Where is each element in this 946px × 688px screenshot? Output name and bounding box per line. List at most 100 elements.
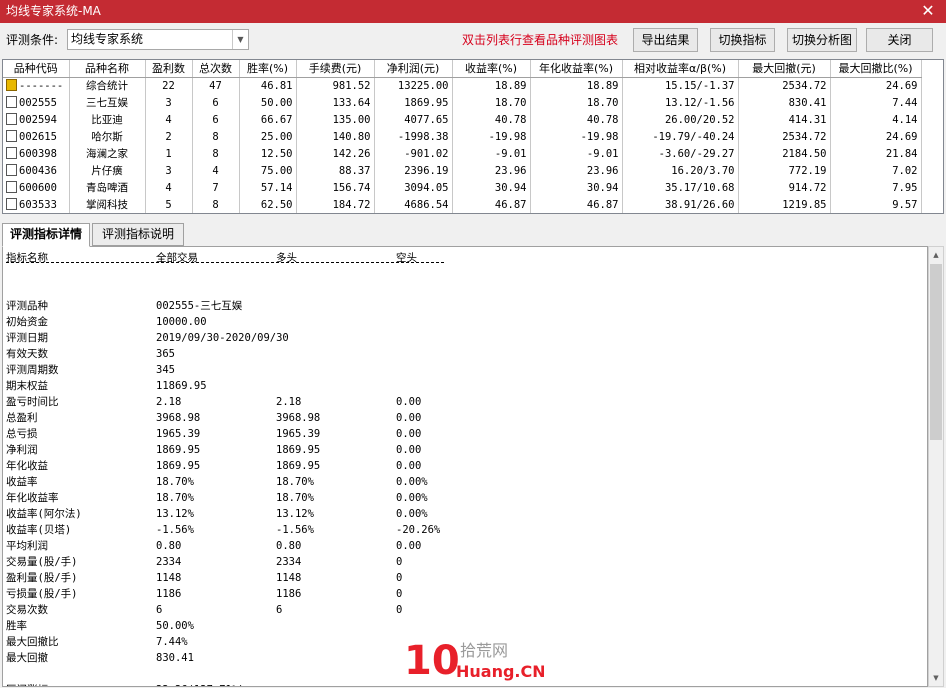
switch-indicator-button[interactable]: 切换指标 xyxy=(710,28,775,52)
cell-text: 600398 xyxy=(19,148,57,160)
title-bar: 均线专家系统-MA ✕ xyxy=(0,0,946,23)
detail-cell: 初始资金 xyxy=(6,316,48,328)
table-cell: 7 xyxy=(192,179,240,196)
close-button[interactable]: 关闭 xyxy=(866,28,933,52)
table-cell: 7.44 xyxy=(830,94,922,111)
table-cell: 1 xyxy=(145,145,193,162)
detail-header-name: 指标名称 xyxy=(6,252,48,264)
table-cell: 156.74 xyxy=(296,179,375,196)
table-cell: 26.00/20.52 xyxy=(622,111,739,128)
watermark-logo: 10 拾荒网 Huang.CN xyxy=(404,636,546,684)
table-cell: 002594 xyxy=(3,111,70,128)
switch-chart-button[interactable]: 切换分析图 xyxy=(787,28,857,52)
grid-header-cell[interactable]: 品种代码 xyxy=(3,60,70,78)
detail-cell: 10000.00 xyxy=(156,316,207,328)
export-button[interactable]: 导出结果 xyxy=(633,28,698,52)
document-icon xyxy=(6,164,17,176)
table-cell: 哈尔斯 xyxy=(69,128,146,145)
detail-cell: 345 xyxy=(156,364,175,376)
grid-header-cell[interactable]: 最大回撤(元) xyxy=(738,60,831,78)
table-cell: -901.02 xyxy=(374,145,453,162)
table-cell: 5 xyxy=(145,196,193,213)
table-cell: 片仔癀 xyxy=(69,162,146,179)
table-row[interactable]: 600436 片仔癀 3 4 75.00 88.37 2396.19 23.96 23.96 16… xyxy=(3,162,922,179)
grid-header-cell[interactable]: 相对收益率α/β(%) xyxy=(622,60,739,78)
detail-cell: 交易次数 xyxy=(6,604,48,616)
detail-cell: 平均利润 xyxy=(6,540,48,552)
detail-cell: 0.00% xyxy=(396,508,428,520)
table-cell: -9.01 xyxy=(452,145,531,162)
table-row[interactable]: 603533 掌阅科技 5 8 62.50 184.72 4686.54 46.87 46.87… xyxy=(3,196,922,213)
table-row[interactable]: ------- 综合统计 22 47 46.81 981.52 13225.00 18.89 1… xyxy=(3,77,922,94)
grid-header-cell[interactable]: 收益率(%) xyxy=(452,60,531,78)
table-cell: ------- xyxy=(3,77,70,94)
detail-cell: 1965.39 xyxy=(156,428,201,440)
detail-cell: 0.00 xyxy=(396,428,422,440)
table-cell: 2534.72 xyxy=(738,128,831,145)
table-row[interactable]: 002615 哈尔斯 2 8 25.00 140.80 -1998.38 -19.98 -19.… xyxy=(3,128,922,145)
detail-cell: 收益率(阿尔法) xyxy=(6,508,82,520)
scroll-thumb[interactable] xyxy=(930,264,942,440)
document-icon xyxy=(6,113,17,125)
table-cell: 13.12/-1.56 xyxy=(622,94,739,111)
table-row[interactable]: 002594 比亚迪 4 6 66.67 135.00 4077.65 40.78 40.78 2… xyxy=(3,111,922,128)
table-cell: -3.60/-29.27 xyxy=(622,145,739,162)
grid-header-cell[interactable]: 胜率(%) xyxy=(239,60,297,78)
window-title: 均线专家系统-MA xyxy=(6,4,101,18)
grid-header-cell[interactable]: 最大回撤比(%) xyxy=(830,60,922,78)
table-row[interactable]: 600398 海澜之家 1 8 12.50 142.26 -901.02 -9.01 -9.01… xyxy=(3,145,922,162)
grid-header-cell[interactable]: 总次数 xyxy=(192,60,240,78)
table-cell: 002615 xyxy=(3,128,70,145)
table-cell: 3094.05 xyxy=(374,179,453,196)
results-grid[interactable]: 品种代码 品种名称 盈利数 总次数 胜率(%) 手续费(元) 净利润(元) 收益率(%) 年化收… xyxy=(2,59,944,214)
table-cell: 133.64 xyxy=(296,94,375,111)
table-cell: 16.20/3.70 xyxy=(622,162,739,179)
grid-header-cell[interactable]: 盈利数 xyxy=(145,60,193,78)
table-cell: -19.98 xyxy=(530,128,623,145)
table-cell: 综合统计 xyxy=(69,77,146,94)
cell-text: ------- xyxy=(19,80,64,93)
detail-cell: 盈亏时间比 xyxy=(6,396,59,408)
table-cell: 6 xyxy=(192,94,240,111)
table-cell: 772.19 xyxy=(738,162,831,179)
table-cell: 600600 xyxy=(3,179,70,196)
table-cell: 40.78 xyxy=(452,111,531,128)
detail-cell: 胜率 xyxy=(6,620,27,632)
table-row[interactable]: 600600 青岛啤酒 4 7 57.14 156.74 3094.05 30.94 30.94… xyxy=(3,179,922,196)
table-cell: 30.94 xyxy=(530,179,623,196)
table-cell: 46.87 xyxy=(530,196,623,213)
detail-cell: 评测品种 xyxy=(6,300,48,312)
tab-detail[interactable]: 评测指标详情 xyxy=(2,223,90,247)
grid-header-cell[interactable]: 手续费(元) xyxy=(296,60,375,78)
detail-header-all: 全部交易 xyxy=(156,252,198,264)
table-cell: 2184.50 xyxy=(738,145,831,162)
table-row[interactable]: 002555 三七互娱 3 6 50.00 133.64 1869.95 18.70 18.70… xyxy=(3,94,922,111)
grid-header-cell[interactable]: 年化收益率(%) xyxy=(530,60,623,78)
watermark-logo-icon: 10 拾荒网 Huang.CN xyxy=(404,638,546,684)
cell-text: 002615 xyxy=(19,131,57,143)
table-cell: 8 xyxy=(192,128,240,145)
table-cell: 2 xyxy=(145,128,193,145)
scroll-up-icon[interactable]: ▲ xyxy=(929,247,943,263)
grid-header-cell[interactable]: 净利润(元) xyxy=(374,60,453,78)
detail-cell: 0.00% xyxy=(396,476,428,488)
scroll-down-icon[interactable]: ▼ xyxy=(929,670,943,686)
detail-cell: 有效天数 xyxy=(6,348,48,360)
table-cell: 184.72 xyxy=(296,196,375,213)
detail-cell: 18.70% xyxy=(276,492,314,504)
document-icon xyxy=(6,198,17,210)
table-cell: 三七互娱 xyxy=(69,94,146,111)
detail-cell: 13.12% xyxy=(276,508,314,520)
detail-scrollbar[interactable]: ▲ ▼ xyxy=(928,246,944,687)
chevron-down-icon[interactable]: ▼ xyxy=(232,30,248,49)
window-close-icon[interactable]: ✕ xyxy=(910,0,946,23)
cell-text: 600600 xyxy=(19,182,57,194)
detail-cell: 评测周期数 xyxy=(6,364,59,376)
tab-explanation[interactable]: 评测指标说明 xyxy=(92,223,184,246)
condition-select[interactable]: 均线专家系统 ▼ xyxy=(67,29,249,50)
table-cell: -9.01 xyxy=(530,145,623,162)
grid-header-cell[interactable]: 品种名称 xyxy=(69,60,146,78)
table-cell: 24.69 xyxy=(830,77,922,94)
table-cell: 18.70 xyxy=(452,94,531,111)
table-cell: 600398 xyxy=(3,145,70,162)
